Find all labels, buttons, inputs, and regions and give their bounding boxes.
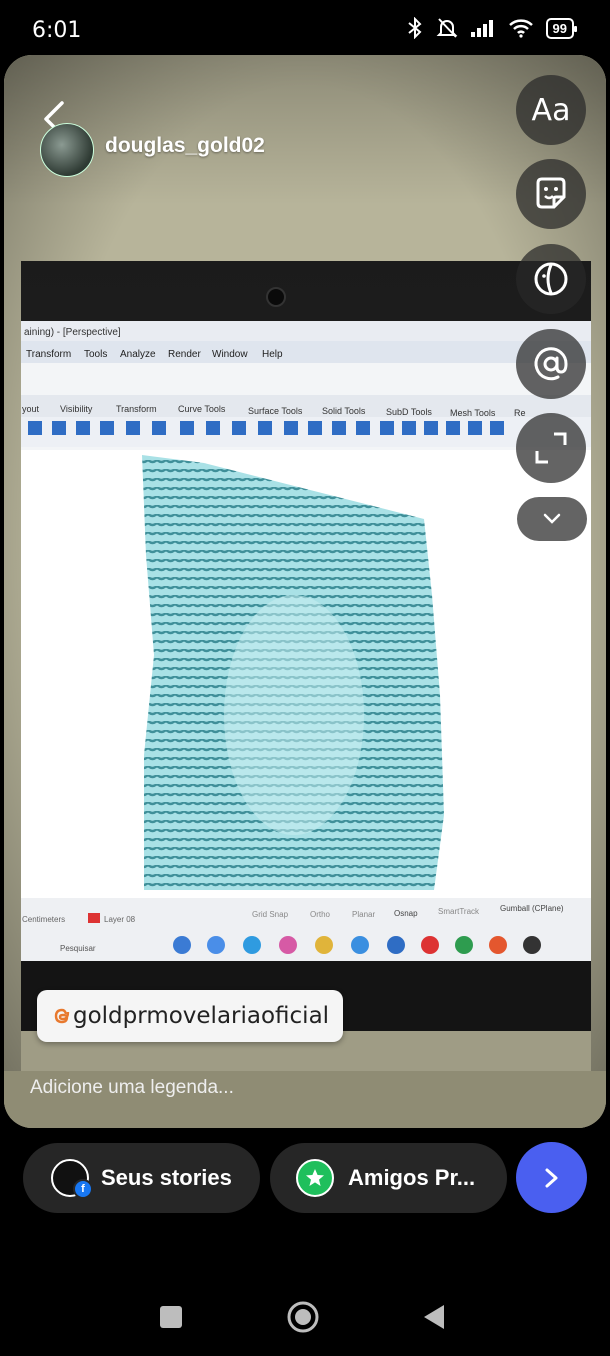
sticker-icon bbox=[536, 177, 566, 209]
chevron-right-icon bbox=[545, 1168, 557, 1187]
recent-apps-button[interactable] bbox=[160, 1306, 182, 1328]
text-tool-button[interactable]: Aa bbox=[516, 75, 586, 145]
screen-search: Pesquisar bbox=[60, 944, 96, 953]
story-photo[interactable]: aining) - [Perspective] Transform Tools … bbox=[4, 55, 606, 1128]
screen-tab: Mesh Tools bbox=[450, 408, 496, 418]
avatar[interactable] bbox=[40, 123, 94, 177]
close-friends-button[interactable]: Amigos Pr... bbox=[270, 1143, 507, 1213]
more-tools-button[interactable] bbox=[517, 497, 587, 541]
screen-menu-item: Transform bbox=[26, 349, 71, 360]
your-story-avatar: f bbox=[51, 1159, 93, 1199]
screen-status-item: SmartTrack bbox=[438, 907, 480, 916]
mention-button[interactable] bbox=[516, 329, 586, 399]
screen-menu-item: Tools bbox=[84, 349, 107, 360]
screen-menu-item: Analyze bbox=[120, 349, 156, 360]
effects-icon bbox=[534, 262, 568, 296]
sticker-button[interactable] bbox=[516, 159, 586, 229]
story-top-gradient bbox=[4, 55, 606, 205]
screen-layer: Layer 08 bbox=[104, 915, 136, 924]
close-friends-label: Amigos Pr... bbox=[348, 1165, 476, 1190]
screen-tab: SubD Tools bbox=[386, 407, 432, 417]
screen-tab: Solid Tools bbox=[322, 406, 366, 416]
back-triangle-icon bbox=[424, 1305, 444, 1329]
mention-sticker[interactable]: goldprmovelariaoficial bbox=[37, 990, 344, 1042]
screen-units: Centimeters bbox=[22, 915, 65, 924]
screen-status-item: Gumball (CPlane) bbox=[500, 904, 564, 913]
screen-status-item: Osnap bbox=[394, 909, 418, 918]
back-nav-button[interactable] bbox=[422, 1303, 446, 1331]
screen-menu-item: Help bbox=[262, 349, 283, 360]
mention-username: goldprmovelariaoficial bbox=[73, 1003, 330, 1029]
facebook-icon: f bbox=[73, 1179, 93, 1199]
screen-tab: Transform bbox=[116, 404, 157, 414]
wifi-icon bbox=[508, 19, 533, 38]
clock: 6:01 bbox=[32, 18, 82, 43]
status-bar: 6:01 99 bbox=[0, 0, 610, 62]
signal-icon bbox=[470, 20, 493, 37]
text-tool-label: Aa bbox=[531, 92, 571, 128]
status-icons: 99 bbox=[406, 17, 578, 39]
screen-status-item: Planar bbox=[352, 910, 375, 919]
screen-tab: Visibility bbox=[60, 404, 93, 414]
screen-tab: Surface Tools bbox=[248, 406, 303, 416]
home-button[interactable] bbox=[287, 1301, 319, 1333]
at-sign-icon bbox=[534, 347, 568, 381]
caption-input[interactable]: Adicione uma legenda... bbox=[30, 1077, 234, 1099]
home-circle-icon bbox=[287, 1301, 319, 1333]
bluetooth-icon bbox=[407, 17, 422, 39]
mute-bell-icon bbox=[436, 18, 457, 38]
screen-tab: Curve Tools bbox=[178, 404, 226, 414]
chevron-down-icon bbox=[543, 513, 561, 524]
threads-icon bbox=[54, 1008, 70, 1024]
resize-button[interactable] bbox=[516, 413, 586, 483]
expand-icon bbox=[535, 432, 567, 464]
battery-indicator: 99 bbox=[545, 17, 578, 39]
your-stories-button[interactable]: f Seus stories bbox=[23, 1143, 260, 1213]
screen-status-item: Ortho bbox=[310, 910, 331, 919]
star-icon bbox=[306, 1169, 324, 1186]
story-username[interactable]: douglas_gold02 bbox=[105, 134, 265, 158]
screen-tab: Re bbox=[514, 408, 526, 418]
screen-status-item: Grid Snap bbox=[252, 910, 289, 919]
close-friends-icon bbox=[296, 1159, 334, 1197]
story-editor-card: aining) - [Perspective] Transform Tools … bbox=[4, 55, 606, 1128]
screen-title-bar: aining) - [Perspective] bbox=[24, 327, 121, 338]
screen-menu-item: Window bbox=[212, 349, 248, 360]
screen-menu-item: Render bbox=[168, 349, 201, 360]
screen-tab: yout bbox=[22, 404, 40, 414]
your-stories-label: Seus stories bbox=[101, 1165, 232, 1190]
send-button[interactable] bbox=[516, 1142, 587, 1213]
effects-button[interactable] bbox=[516, 244, 586, 314]
